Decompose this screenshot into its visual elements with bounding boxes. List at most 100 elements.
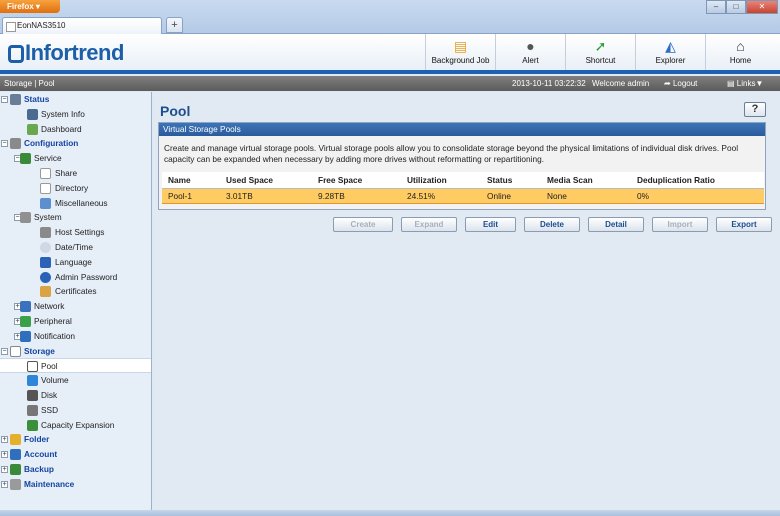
column-header[interactable]: Free Space	[312, 172, 401, 189]
sidebar-item-label: Folder	[24, 434, 50, 445]
browser-chrome: Firefox ▾ – □ ✕ EonNAS3510 +	[0, 0, 780, 34]
expand-toggle-icon[interactable]: +	[1, 465, 8, 473]
close-button[interactable]: ✕	[746, 0, 778, 14]
sidebar-item-directory[interactable]: Directory	[0, 181, 151, 196]
sidebar-item-date-time[interactable]: Date/Time	[0, 240, 151, 255]
sidebar-item-label: System Info	[41, 108, 85, 119]
minimize-button[interactable]: –	[706, 0, 726, 14]
column-header[interactable]: Media Scan	[541, 172, 631, 189]
folder-icon	[10, 434, 21, 446]
main-content: Pool ? Virtual Storage Pools Create and …	[153, 92, 780, 516]
maximize-button[interactable]: □	[726, 0, 746, 14]
sidebar-item-account[interactable]: + Account	[0, 447, 151, 462]
edit-button[interactable]: Edit	[465, 217, 516, 232]
sidebar-item-dashboard[interactable]: Dashboard	[0, 122, 151, 137]
table-cell: Pool-1	[162, 187, 220, 204]
sidebar-item-ssd[interactable]: SSD	[0, 403, 151, 418]
table-cell: None	[541, 187, 631, 204]
expand-toggle-icon[interactable]: +	[1, 436, 8, 444]
sidebar-item-backup[interactable]: + Backup	[0, 462, 151, 477]
help-button[interactable]: ?	[744, 102, 766, 117]
logout-icon: ➦	[664, 79, 673, 88]
maintenance-icon	[10, 478, 21, 490]
sidebar-item-storage[interactable]: − Storage	[0, 344, 151, 359]
expand-toggle-icon[interactable]: +	[1, 480, 8, 488]
breadcrumb: Storage | Pool	[4, 79, 55, 88]
sidebar-item-configuration[interactable]: − Configuration	[0, 136, 151, 151]
new-tab-button[interactable]: +	[166, 17, 183, 33]
sidebar-item-maintenance[interactable]: + Maintenance	[0, 477, 151, 492]
sidebar-item-notification[interactable]: + Notification	[0, 329, 151, 344]
panel-description: Create and manage virtual storage pools.…	[164, 143, 739, 164]
detail-button[interactable]: Detail	[588, 217, 644, 232]
collapse-toggle-icon[interactable]: −	[1, 96, 8, 103]
language-icon	[40, 256, 51, 268]
delete-button[interactable]: Delete	[524, 217, 580, 232]
column-header[interactable]: Used Space	[220, 172, 312, 189]
column-header[interactable]: Status	[481, 172, 541, 189]
sidebar-item-folder[interactable]: + Folder	[0, 432, 151, 447]
table-cell: Online	[481, 187, 541, 204]
panel-header: Virtual Storage Pools	[159, 123, 765, 136]
sidebar-item-disk[interactable]: Disk	[0, 388, 151, 403]
sidebar-item-peripheral[interactable]: + Peripheral	[0, 314, 151, 329]
sidebar-item-label: Capacity Expansion	[41, 419, 115, 430]
collapse-toggle-icon[interactable]: −	[1, 347, 8, 355]
expand-toggle-icon[interactable]: +	[1, 451, 8, 459]
sidebar-item-label: Maintenance	[24, 478, 75, 489]
sidebar-item-label: Peripheral	[34, 315, 72, 326]
background-job-icon: ▤	[453, 38, 468, 54]
infortrend-logo[interactable]: Infortrend	[8, 40, 124, 66]
shortcut-button[interactable]: ➚ Shortcut	[565, 34, 635, 73]
sidebar-item-volume[interactable]: Volume	[0, 373, 151, 388]
table-cell: 9.28TB	[312, 187, 401, 204]
sidebar-item-label: Certificates	[55, 286, 97, 297]
shortcut-icon: ➚	[594, 38, 607, 54]
home-button[interactable]: ⌂ Home	[705, 34, 775, 73]
sidebar-item-label: Language	[55, 256, 92, 267]
sidebar-item-system[interactable]: − System	[0, 210, 151, 225]
key-icon	[40, 271, 51, 283]
sidebar-item-label: Host Settings	[55, 227, 105, 238]
pools-panel: Virtual Storage Pools Create and manage …	[158, 122, 766, 210]
sidebar-item-admin-password[interactable]: Admin Password	[0, 270, 151, 285]
explorer-icon: ◭	[665, 38, 676, 54]
sidebar-item-label: System	[34, 212, 62, 223]
service-icon	[20, 153, 31, 165]
sidebar-item-service[interactable]: − Service	[0, 151, 151, 166]
directory-icon	[40, 182, 51, 194]
links-icon: ▤	[727, 79, 737, 88]
browser-tab[interactable]: EonNAS3510	[2, 17, 162, 34]
column-header[interactable]: Utilization	[401, 172, 481, 189]
system-icon	[20, 212, 31, 224]
peripheral-icon	[20, 315, 31, 327]
backup-icon	[10, 463, 21, 475]
network-icon	[20, 301, 31, 313]
sidebar-item-share[interactable]: Share	[0, 166, 151, 181]
sidebar-item-status[interactable]: − Status	[0, 92, 151, 107]
sidebar-item-pool[interactable]: Pool	[0, 358, 151, 374]
explorer-button[interactable]: ◭ Explorer	[635, 34, 705, 73]
export-button[interactable]: Export	[716, 217, 772, 232]
volume-icon	[27, 375, 38, 387]
sidebar-item-language[interactable]: Language	[0, 255, 151, 270]
collapse-toggle-icon[interactable]: −	[1, 140, 8, 148]
sidebar-item-capacity-expansion[interactable]: Capacity Expansion	[0, 418, 151, 433]
sidebar-item-system-info[interactable]: System Info	[0, 107, 151, 122]
host-settings-icon	[40, 227, 51, 239]
sidebar-item-certificates[interactable]: Certificates	[0, 284, 151, 299]
column-header[interactable]: Deduplication Ratio	[631, 172, 764, 189]
sidebar-item-miscellaneous[interactable]: Miscellaneous	[0, 196, 151, 211]
alert-button[interactable]: ● Alert	[495, 34, 565, 73]
column-header[interactable]: Name	[162, 172, 220, 189]
sidebar-item-label: Admin Password	[55, 271, 118, 282]
sidebar-item-network[interactable]: + Network	[0, 299, 151, 314]
sidebar-item-host-settings[interactable]: Host Settings	[0, 225, 151, 240]
bottom-edge	[0, 510, 780, 516]
firefox-menu-button[interactable]: Firefox ▾	[0, 0, 60, 13]
table-row[interactable]: Pool-1 3.01TB 9.28TB 24.51% Online None 0%	[162, 187, 764, 204]
logout-link[interactable]: ➦ Logout	[664, 76, 697, 91]
status-bar: Storage | Pool 2013-10-11 03:22:32 Welco…	[0, 76, 780, 91]
background-job-button[interactable]: ▤ Background Job	[425, 34, 495, 73]
links-menu[interactable]: ▤ Links▼	[727, 76, 763, 91]
